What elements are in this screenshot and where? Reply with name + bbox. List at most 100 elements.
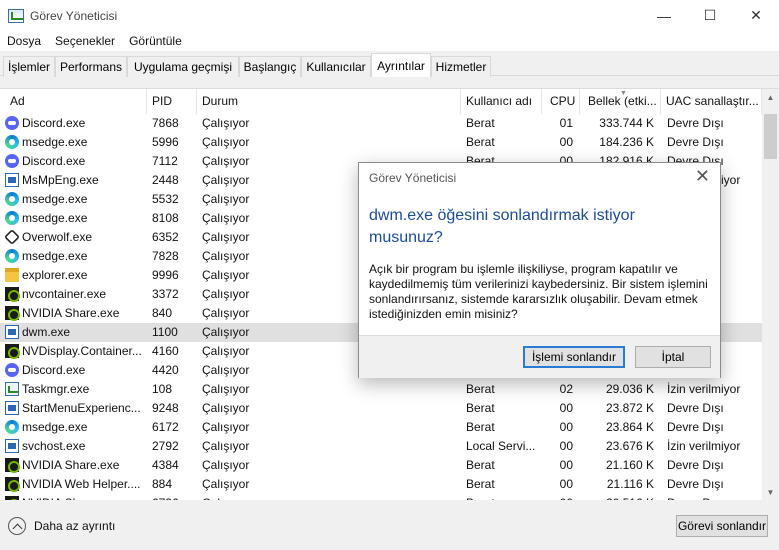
window-icon [5,439,19,453]
less-details-button[interactable]: Daha az ayrıntı [8,517,115,535]
window-icon [5,173,19,187]
edge-icon [5,192,19,206]
scroll-down-icon[interactable]: ▼ [762,484,779,500]
column-headers: Ad PID Durum Kullanıcı adı CPU Bellek (e… [0,89,762,114]
table-row[interactable]: StartMenuExperienc... 9248 Çalışıyor Berat 0… [0,399,762,418]
menu-view[interactable]: Görüntüle [122,34,189,48]
column-header-cpu[interactable]: CPU [542,89,580,114]
tab-users[interactable]: Kullanıcılar [301,56,371,77]
process-status: Çalışıyor [202,477,250,491]
process-name: dwm.exe [22,325,71,339]
process-name: Taskmgr.exe [22,382,90,396]
process-name-cell: StartMenuExperienc... [5,399,145,418]
close-button[interactable]: ✕ [733,0,779,31]
scroll-up-icon[interactable]: ▲ [762,89,779,106]
process-cpu: 00 [559,439,573,453]
tab-processes[interactable]: İşlemler [3,56,55,77]
process-status: Çalışıyor [202,363,250,377]
process-name: nvcontainer.exe [22,287,107,301]
table-row[interactable]: svchost.exe 2792 Çalışıyor Local Servi... 00… [0,437,762,456]
process-user: Local Servi... [466,439,536,453]
process-pid: 4384 [152,458,179,472]
process-status: Çalışıyor [202,230,250,244]
process-uac: İzin verilmiyor [667,382,741,396]
process-uac: Devre Dışı [667,420,724,434]
process-name: msedge.exe [22,135,88,149]
column-header-user[interactable]: Kullanıcı adı [461,89,542,114]
tab-details[interactable]: Ayrıntılar [371,53,431,77]
process-name-cell: explorer.exe [5,266,145,285]
menu-options[interactable]: Seçenekler [48,34,122,48]
process-name: explorer.exe [22,268,88,282]
process-pid: 3372 [152,287,179,301]
discord-icon [5,116,19,130]
process-status: Çalışıyor [202,268,250,282]
process-memory: 23.676 K [605,439,654,453]
sort-arrow-icon: ▼ [620,90,627,97]
process-uac: Devre Dışı [667,401,724,415]
process-cpu: 02 [559,382,573,396]
end-process-button[interactable]: İşlemi sonlandır [523,346,625,368]
process-uac: İzin verilmiyor [667,439,741,453]
process-name: MsMpEng.exe [22,173,99,187]
scrollbar-thumb[interactable] [764,114,777,159]
edge-icon [5,211,19,225]
table-row[interactable]: NVIDIA Share.exe 4384 Çalışıyor Berat 00 21.1… [0,456,762,475]
table-row[interactable]: msedge.exe 5996 Çalışıyor Berat 00 184.236 K D… [0,133,762,152]
tab-startup[interactable]: Başlangıç [239,56,301,77]
process-memory: 333.744 K [599,116,654,130]
process-status: Çalışıyor [202,192,250,206]
vertical-scrollbar[interactable]: ▲ ▼ [762,89,779,500]
dialog-close-icon[interactable]: ✕ [695,166,710,187]
maximize-button[interactable]: ☐ [687,0,733,31]
discord-icon [5,363,19,377]
process-pid: 5996 [152,135,179,149]
overwolf-icon [5,229,20,245]
menu-file[interactable]: Dosya [0,34,48,48]
column-header-status[interactable]: Durum [197,89,461,114]
window-icon [5,401,19,415]
minimize-button[interactable]: — [641,0,687,31]
nvidia-icon [5,306,20,321]
tab-app-history[interactable]: Uygulama geçmişi [127,56,239,77]
process-name-cell: NVIDIA Share.exe [5,304,145,323]
column-header-pid[interactable]: PID [147,89,197,114]
process-name-cell: MsMpEng.exe [5,171,145,190]
title-bar: Görev Yöneticisi — ☐ ✕ [0,0,779,31]
process-memory: 21.160 K [605,458,654,472]
process-name-cell: msedge.exe [5,247,145,266]
column-header-uac[interactable]: UAC sanallaştır... [661,89,762,114]
process-user: Berat [466,116,495,130]
process-pid: 840 [152,306,173,320]
end-task-dialog: Görev Yöneticisi ✕ dwm.exe öğesini sonla… [358,162,721,378]
end-task-button[interactable]: Görevi sonlandır [676,515,768,537]
table-row[interactable]: Discord.exe 7868 Çalışıyor Berat 01 333.744 K… [0,114,762,133]
process-memory: 29.036 K [605,382,654,396]
window-title: Görev Yöneticisi [30,8,118,23]
nvidia-icon [5,458,20,473]
process-name: Discord.exe [22,363,86,377]
chevron-up-icon [8,517,26,535]
process-status: Çalışıyor [202,344,250,358]
table-row[interactable]: NVIDIA Web Helper.... 884 Çalışıyor Berat 00… [0,475,762,494]
process-pid: 9248 [152,401,179,415]
process-cpu: 00 [559,135,573,149]
process-pid: 8108 [152,211,179,225]
process-name: msedge.exe [22,420,88,434]
edge-icon [5,249,19,263]
tab-performance[interactable]: Performans [55,56,127,77]
process-status: Çalışıyor [202,287,250,301]
process-pid: 2792 [152,439,179,453]
table-row[interactable]: msedge.exe 6172 Çalışıyor Berat 00 23.864 K De… [0,418,762,437]
process-name: NVIDIA Web Helper.... [22,477,141,491]
column-header-name[interactable]: Ad [5,89,147,114]
process-name: msedge.exe [22,192,88,206]
tab-services[interactable]: Hizmetler [431,56,491,77]
cancel-button[interactable]: İptal [635,346,711,368]
table-row[interactable]: Taskmgr.exe 108 Çalışıyor Berat 02 29.036 K İz… [0,380,762,399]
process-user: Berat [466,382,495,396]
process-name: msedge.exe [22,211,88,225]
process-name-cell: Taskmgr.exe [5,380,145,399]
process-name-cell: Overwolf.exe [5,228,145,247]
task-manager-icon [8,8,24,23]
